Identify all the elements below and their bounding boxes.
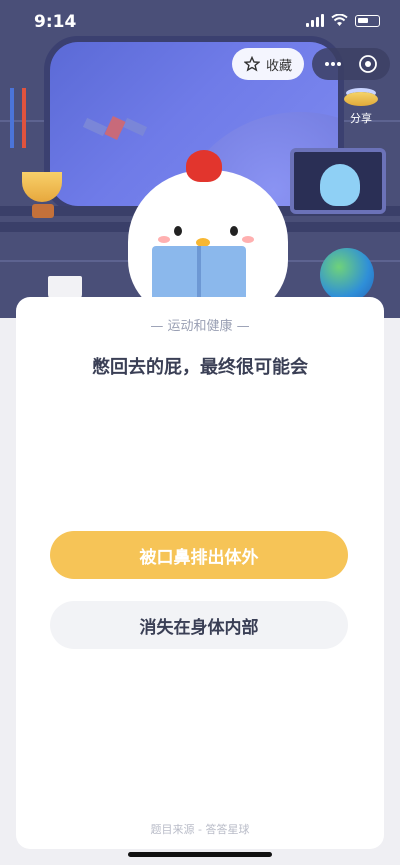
status-icons	[306, 14, 380, 27]
question-category: — 运动和健康 —	[150, 319, 250, 334]
trophy-base	[32, 204, 54, 218]
answer-option-a[interactable]: 被口鼻排出体外	[50, 531, 348, 579]
status-bar: 9:14	[0, 0, 400, 44]
chick-eye-left	[174, 226, 182, 236]
battery-icon	[355, 14, 380, 27]
ufo-icon	[344, 92, 378, 106]
trophy-illustration	[22, 172, 64, 224]
monitor-illustration	[290, 148, 386, 214]
chick-comb	[186, 150, 222, 182]
close-icon[interactable]	[358, 54, 378, 74]
star-icon	[243, 56, 260, 72]
favorite-button[interactable]: 收藏	[231, 48, 304, 80]
status-time: 9:14	[34, 12, 77, 32]
favorite-label: 收藏	[265, 58, 292, 74]
quiz-card: — 运动和健康 — 憋回去的屁，最终很可能会 被口鼻排出体外 消失在身体内部 题…	[16, 297, 384, 849]
home-indicator	[128, 852, 272, 857]
answer-option-a-label: 被口鼻排出体外	[139, 547, 259, 568]
question-text: 憋回去的屁，最终很可能会	[92, 357, 308, 378]
chick-eye-right	[230, 226, 238, 236]
chick-cheek-left	[158, 236, 170, 243]
share-label: 分享	[350, 112, 372, 125]
answer-option-b[interactable]: 消失在身体内部	[50, 601, 348, 649]
more-icon[interactable]	[324, 61, 342, 67]
answer-option-b-label: 消失在身体内部	[139, 617, 259, 638]
top-actions: 收藏	[231, 48, 390, 80]
trophy-cup	[22, 172, 62, 202]
satellite-icon	[82, 115, 148, 141]
alien-illustration	[320, 164, 360, 206]
wifi-icon	[331, 14, 348, 26]
globe-illustration	[320, 248, 374, 302]
share-button[interactable]: 分享	[344, 92, 378, 126]
medal-illustration	[10, 88, 26, 148]
signal-icon	[306, 14, 324, 27]
capsule-menu	[312, 48, 390, 80]
chick-cheek-right	[242, 236, 254, 243]
chick-mascot	[118, 150, 298, 318]
question-source: 题目来源 - 答答星球	[150, 823, 250, 836]
